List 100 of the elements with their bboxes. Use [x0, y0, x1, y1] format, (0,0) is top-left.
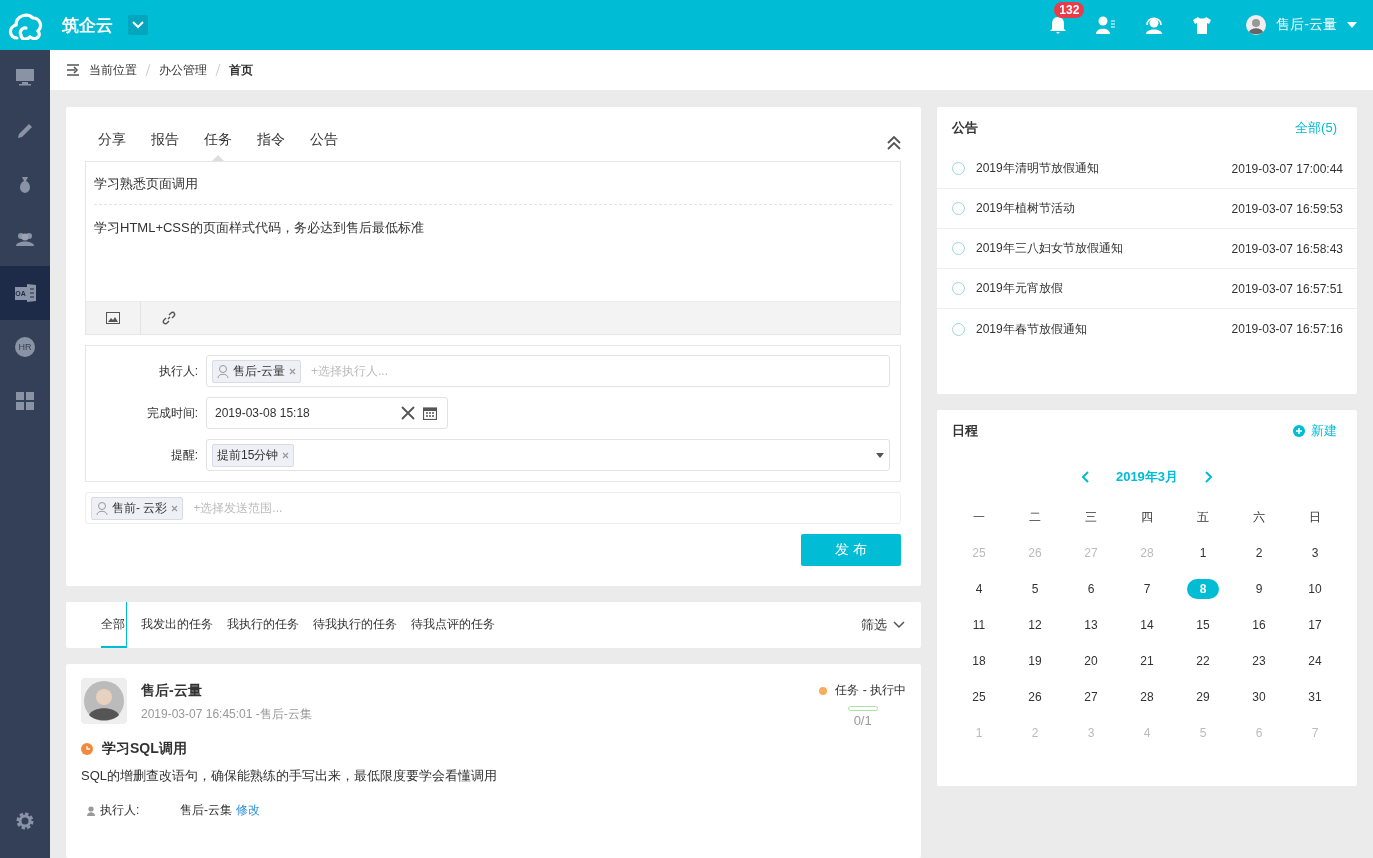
circle-icon: [952, 202, 965, 215]
calendar-day[interactable]: 23: [1243, 651, 1275, 671]
weekday-label: 五: [1196, 508, 1210, 526]
avatar-icon: [1246, 15, 1267, 35]
tab[interactable]: 我执行的任务: [227, 602, 299, 648]
announcement-item[interactable]: 2019年清明节放假通知 2019-03-07 17:00:44: [937, 149, 1357, 189]
sidebar-item[interactable]: HR: [0, 320, 50, 374]
monitor-icon: [15, 67, 35, 87]
remove-icon[interactable]: [282, 451, 290, 459]
plus-circle-icon: [1293, 425, 1305, 437]
breadcrumb-item[interactable]: 当前位置: [89, 61, 137, 79]
remove-icon[interactable]: [289, 367, 296, 375]
text-editor[interactable]: 学习熟悉页面调用 学习HTML+CSS的页面样式代码，务必达到售后最低标准: [85, 161, 901, 335]
date-field[interactable]: 2019-03-08 15:18: [206, 397, 448, 429]
calendar-day[interactable]: 20: [1075, 651, 1107, 671]
tab[interactable]: 指令: [257, 125, 285, 161]
bell-icon[interactable]: [1049, 16, 1068, 34]
calendar-day[interactable]: 22: [1187, 651, 1219, 671]
breadcrumb-item: 首页: [229, 61, 253, 79]
person-tag: 售后-云量: [212, 359, 301, 383]
calendar-day[interactable]: 18: [963, 651, 995, 671]
slash-divider: [215, 64, 221, 76]
calendar-day[interactable]: 16: [1243, 615, 1275, 635]
calendar-day[interactable]: 13: [1075, 615, 1107, 635]
tab[interactable]: 报告: [151, 125, 179, 161]
tab[interactable]: 待我执行的任务: [313, 602, 397, 648]
image-icon[interactable]: [106, 312, 120, 324]
filter-button[interactable]: 筛选: [861, 616, 905, 634]
status-label: 任务 - 执行中: [835, 682, 906, 699]
task-description: SQL的增删查改语句，确保能熟练的手写出来，最低限度要学会看懂调用: [81, 767, 498, 785]
calendar-day[interactable]: 31: [1299, 687, 1331, 707]
tab[interactable]: 我发出的任务: [141, 602, 213, 648]
calendar-day[interactable]: 30: [1243, 687, 1275, 707]
contact-icon[interactable]: [1096, 16, 1117, 34]
document-icon: [26, 284, 36, 302]
calendar-day[interactable]: 15: [1187, 615, 1219, 635]
calendar-day[interactable]: 26: [1019, 687, 1051, 707]
author-name[interactable]: 售后-云量: [141, 682, 312, 700]
pencil-icon: [15, 121, 35, 141]
chevron-left-icon[interactable]: [1080, 471, 1089, 483]
circle-icon: [952, 242, 965, 255]
calendar-day[interactable]: 2: [1243, 543, 1275, 563]
calendar-day[interactable]: 25: [963, 687, 995, 707]
calendar-day[interactable]: 27: [1075, 687, 1107, 707]
reminder-select[interactable]: 提前15分钟: [206, 439, 890, 471]
user-outline-icon: [96, 501, 108, 515]
field-value: 售后-云集: [180, 802, 232, 819]
headset-icon[interactable]: [1144, 16, 1165, 34]
calendar-day[interactable]: 6: [1075, 579, 1107, 599]
calendar-day[interactable]: 12: [1019, 615, 1051, 635]
assignee-input[interactable]: +选择执行人...: [309, 363, 884, 379]
announcement-item[interactable]: 2019年春节放假通知 2019-03-07 16:57:16: [937, 309, 1357, 349]
calendar-day[interactable]: 3: [1299, 543, 1331, 563]
remove-icon[interactable]: [171, 504, 179, 512]
edit-link[interactable]: 修改: [236, 802, 260, 819]
calendar-day[interactable]: 7: [1131, 579, 1163, 599]
calendar-day[interactable]: 5: [1019, 579, 1051, 599]
grid-icon: [15, 391, 35, 411]
calendar-day[interactable]: 1: [1187, 543, 1219, 563]
task-title: 学习SQL调用: [102, 740, 187, 758]
announcement-item[interactable]: 2019年三八妇女节放假通知 2019-03-07 16:58:43: [937, 229, 1357, 269]
announcement-item[interactable]: 2019年元宵放假 2019-03-07 16:57:51: [937, 269, 1357, 309]
calendar-day[interactable]: 10: [1299, 579, 1331, 599]
breadcrumb-item[interactable]: 办公管理: [159, 61, 207, 79]
shirt-icon[interactable]: [1192, 16, 1213, 34]
progress-count: 0/1: [853, 713, 872, 728]
weekday-label: 二: [1028, 508, 1042, 526]
tab[interactable]: 全部: [101, 602, 127, 648]
calendar-day[interactable]: 9: [1243, 579, 1275, 599]
calendar-icon[interactable]: [423, 406, 437, 420]
calendar-day[interactable]: 19: [1019, 651, 1051, 671]
clear-icon[interactable]: [401, 406, 415, 420]
collapse-icon[interactable]: [887, 136, 901, 150]
tab[interactable]: 任务: [204, 125, 232, 161]
calendar-day[interactable]: 21: [1131, 651, 1163, 671]
avatar-icon: [81, 678, 127, 724]
announcement-item[interactable]: 2019年植树节活动 2019-03-07 16:59:53: [937, 189, 1357, 229]
calendar-day[interactable]: 14: [1131, 615, 1163, 635]
calendar-day[interactable]: 11: [963, 615, 995, 635]
calendar-day[interactable]: 29: [1187, 687, 1219, 707]
tab[interactable]: 公告: [310, 125, 338, 161]
assignee-field[interactable]: 售后-云量 +选择执行人...: [206, 355, 890, 387]
calendar-day[interactable]: 4: [963, 579, 995, 599]
tab[interactable]: 分享: [98, 125, 126, 161]
tab[interactable]: 待我点评的任务: [411, 602, 495, 648]
calendar-day[interactable]: 17: [1299, 615, 1331, 635]
chevron-right-icon[interactable]: [1205, 471, 1214, 483]
calendar-day[interactable]: 24: [1299, 651, 1331, 671]
month-label: 2019年3月: [1115, 468, 1179, 486]
dropdown-button[interactable]: [128, 15, 148, 35]
calendar-day[interactable]: 28: [1131, 687, 1163, 707]
field-label: 提醒:: [169, 446, 199, 464]
recipient-input[interactable]: +选择发送范围...: [191, 500, 895, 516]
link-icon[interactable]: [161, 311, 176, 325]
pointer-icon: [212, 155, 224, 161]
field-label: 完成时间:: [145, 404, 199, 422]
reminder-tag: 提前15分钟: [212, 443, 295, 467]
recipient-field[interactable]: 售前- 云彩 +选择发送范围...: [85, 492, 901, 524]
settings-icon[interactable]: [15, 811, 35, 831]
chevron-down-icon: [132, 21, 144, 29]
